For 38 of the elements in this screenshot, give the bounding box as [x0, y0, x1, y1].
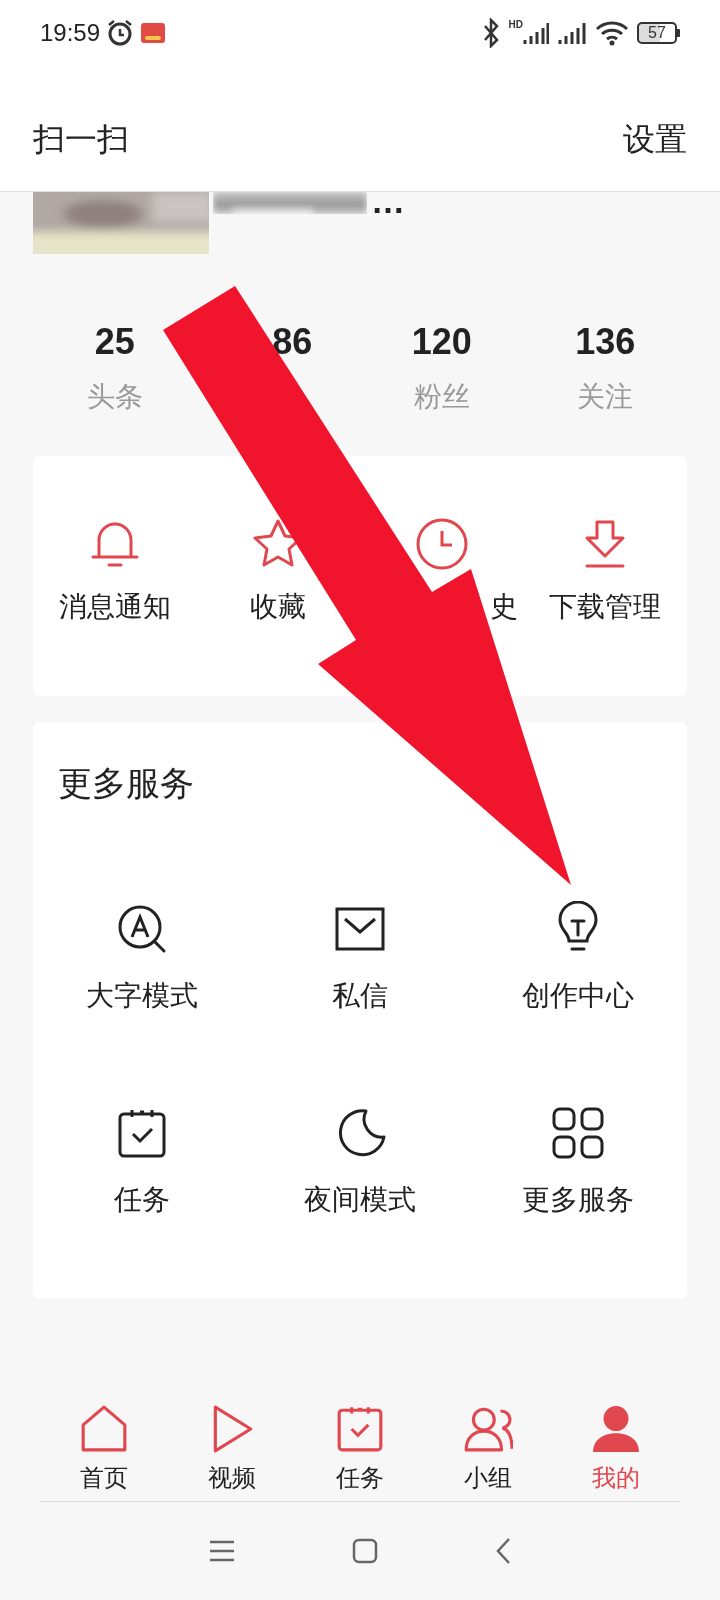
- service-label[interactable]: 更多服务: [522, 1179, 634, 1221]
- service-label[interactable]: 私信: [332, 975, 388, 1017]
- back-icon: [495, 1537, 512, 1565]
- section-title: 更多服务: [58, 763, 195, 804]
- service-label[interactable]: 任务: [114, 1179, 170, 1221]
- stat-label: 关注: [577, 380, 634, 414]
- home-square-icon: [352, 1538, 378, 1564]
- task-icon: [335, 1404, 385, 1454]
- service-label[interactable]: 创作中心: [522, 975, 634, 1017]
- settings-button[interactable]: 设置: [623, 115, 687, 163]
- shortcut-label[interactable]: 消息通知: [58, 586, 171, 628]
- app-icon: [140, 21, 167, 44]
- shortcut-label[interactable]: 史: [489, 586, 518, 628]
- grid-icon: [550, 1105, 606, 1161]
- hd-label: HD: [508, 19, 523, 30]
- stat-label: 头条: [86, 380, 143, 414]
- scan-button[interactable]: 扫一扫: [33, 115, 129, 163]
- shortcut-label[interactable]: 下载管理: [549, 586, 662, 628]
- clock-time: 19:59: [40, 17, 101, 48]
- menu-icon: [208, 1540, 235, 1562]
- stat-value: 136: [575, 320, 636, 364]
- nav-tab[interactable]: 我的: [552, 1404, 680, 1501]
- stat-label: 粉丝: [413, 380, 470, 414]
- stat-value: 86: [272, 320, 313, 364]
- stat-value: 120: [411, 320, 472, 364]
- stat-value: 25: [94, 320, 135, 364]
- nav-tab[interactable]: 小组: [424, 1404, 552, 1501]
- shortcut-label[interactable]: 收藏: [250, 586, 307, 628]
- service-label[interactable]: 大字模式: [86, 975, 198, 1017]
- nav-tab[interactable]: 任务: [296, 1404, 424, 1501]
- battery-icon: 57: [637, 21, 677, 44]
- home-icon: [79, 1404, 129, 1454]
- nav-tab[interactable]: 首页: [40, 1404, 168, 1501]
- service-label[interactable]: 夜间模式: [304, 1179, 416, 1221]
- wifi-icon: [595, 19, 629, 46]
- person-icon: [591, 1404, 641, 1454]
- user-name: …: [371, 184, 405, 218]
- nav-tab[interactable]: 视频: [168, 1404, 296, 1501]
